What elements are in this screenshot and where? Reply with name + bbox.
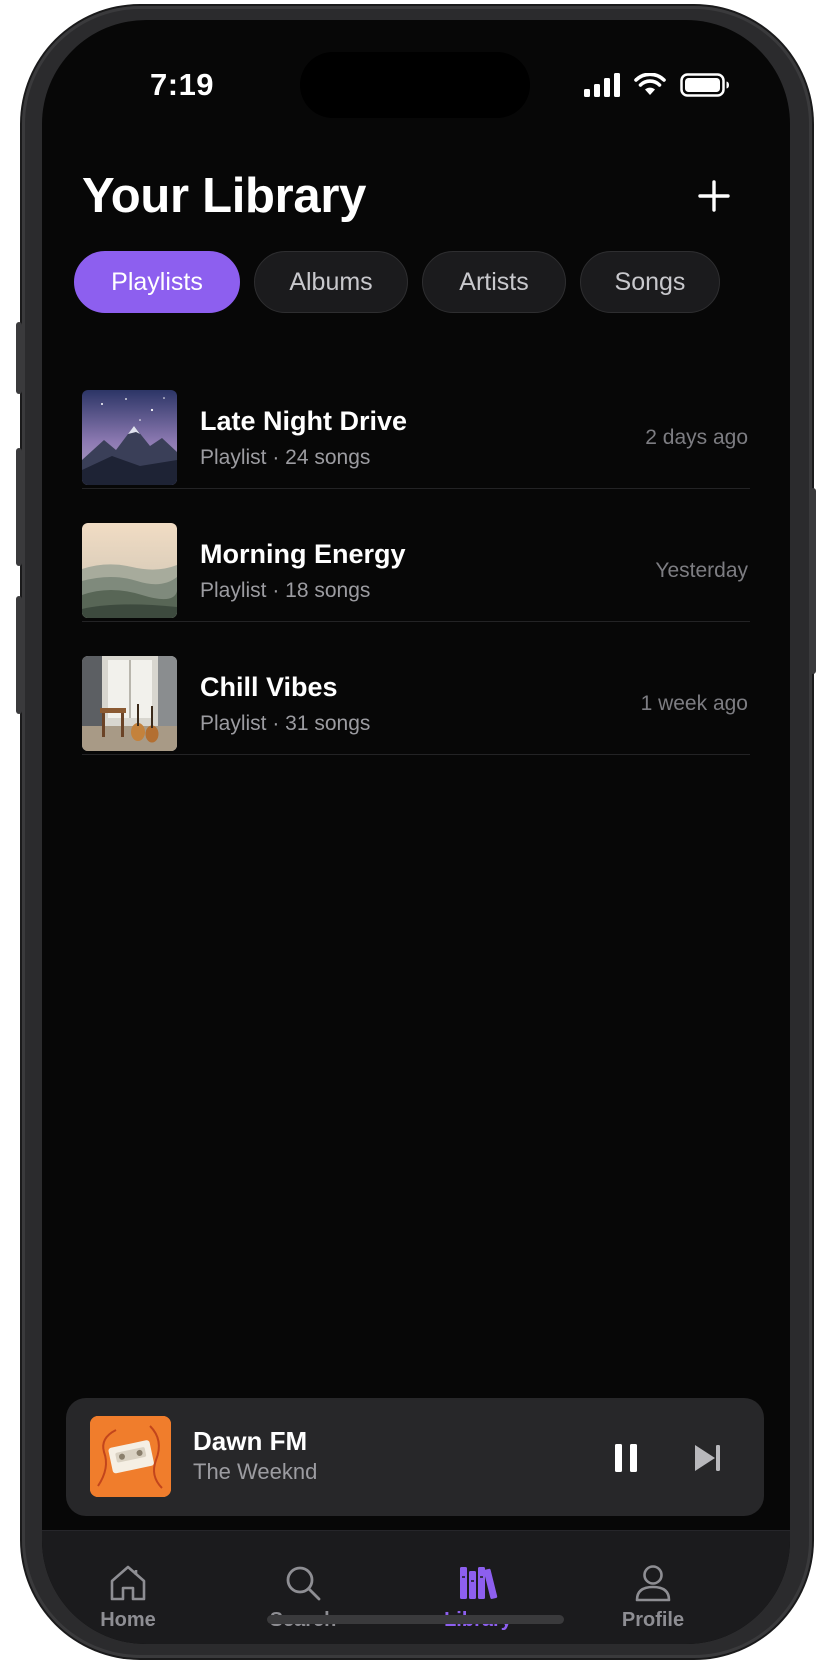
library-icon — [460, 1567, 498, 1599]
tab-library[interactable]: Library — [418, 1531, 538, 1641]
playlist-row-morning-energy[interactable]: Morning Energy Playlist · 18 songs Yeste… — [82, 489, 750, 622]
playlist-list: Late Night Drive Playlist · 24 songs 2 d… — [82, 356, 750, 755]
mountain-night-art — [82, 390, 177, 485]
filter-chip-albums[interactable]: Albums — [254, 251, 408, 313]
tab-search[interactable]: Search — [243, 1531, 363, 1641]
filter-chip-playlists[interactable]: Playlists — [74, 251, 240, 313]
search-icon — [286, 1566, 321, 1601]
profile-icon — [635, 1565, 671, 1602]
battery-icon — [680, 73, 729, 97]
power-button — [810, 488, 816, 674]
volume-down-button — [16, 596, 22, 714]
filter-chip-artists[interactable]: Artists — [422, 251, 566, 313]
pause-icon[interactable] — [606, 1438, 646, 1478]
playlist-row-late-night-drive[interactable]: Late Night Drive Playlist · 24 songs 2 d… — [82, 356, 750, 489]
tab-label: Profile — [621, 1609, 685, 1631]
now-playing-artwork — [90, 1416, 171, 1497]
tab-bar: Home Search Library — [42, 1530, 790, 1644]
library-header: Your Library — [82, 168, 750, 248]
cellular-signal-icon — [584, 73, 620, 97]
home-icon — [110, 1565, 146, 1601]
status-icons — [584, 73, 730, 97]
playlist-updated: Yesterday — [655, 559, 748, 582]
playlist-title: Morning Energy — [200, 539, 406, 569]
playlist-subtitle: Playlist · 31 songs — [200, 712, 371, 735]
now-playing-title: Dawn FM — [193, 1426, 308, 1456]
tab-label: Home — [100, 1609, 156, 1631]
filter-chips: Playlists Albums Artists Songs — [74, 251, 720, 313]
playlist-title: Chill Vibes — [200, 672, 338, 702]
add-icon[interactable] — [692, 174, 736, 218]
phone-screen: 7:19 Your Library Playlists Albums Artis… — [42, 20, 790, 1644]
misty-hills-art — [82, 523, 177, 618]
playlist-title: Late Night Drive — [200, 406, 408, 436]
guitar-room-art — [82, 656, 177, 751]
status-time: 7:19 — [150, 67, 215, 102]
action-button — [16, 322, 22, 394]
playlist-subtitle: Playlist · 24 songs — [200, 446, 371, 469]
home-indicator[interactable] — [267, 1615, 564, 1624]
tab-home[interactable]: Home — [68, 1531, 188, 1641]
playlist-updated: 2 days ago — [645, 426, 748, 449]
volume-up-button — [16, 448, 22, 566]
mini-player[interactable]: Dawn FM The Weeknd — [66, 1398, 764, 1516]
dynamic-island — [300, 52, 530, 118]
playlist-subtitle: Playlist · 18 songs — [200, 579, 371, 602]
tab-profile[interactable]: Profile — [593, 1531, 713, 1641]
playlist-updated: 1 week ago — [640, 692, 748, 715]
wifi-icon — [634, 73, 666, 95]
skip-forward-icon[interactable] — [688, 1438, 728, 1478]
page-title: Your Library — [82, 169, 367, 223]
playlist-row-chill-vibes[interactable]: Chill Vibes Playlist · 31 songs 1 week a… — [82, 622, 750, 755]
filter-chip-songs[interactable]: Songs — [580, 251, 720, 313]
now-playing-artist: The Weeknd — [193, 1459, 318, 1484]
status-bar: 7:19 — [42, 20, 790, 140]
